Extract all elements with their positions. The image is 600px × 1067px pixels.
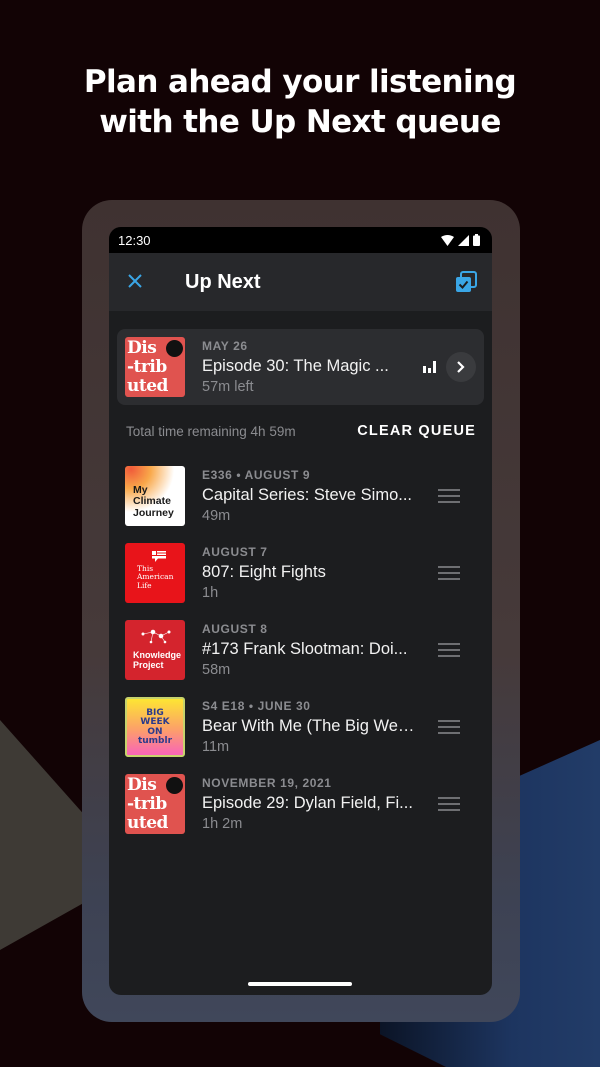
episode-meta: NOVEMBER 19, 2021 <box>202 775 332 790</box>
queue-content: Dis -trib uted MAY 26 Episode 30: The Ma… <box>109 311 492 842</box>
queue-item[interactable]: BIG WEEK ON tumblr S4 E18 • JUNE 30 Bear… <box>117 688 484 765</box>
podcast-artwork: Knowledge Project <box>125 619 185 680</box>
status-icons <box>441 234 480 246</box>
clear-queue-button[interactable]: CLEAR QUEUE <box>357 423 476 439</box>
headline-line-1: Plan ahead your listening <box>83 64 517 100</box>
podcast-artwork: This American Life <box>125 542 185 603</box>
close-button[interactable] <box>127 269 157 295</box>
episode-info: MAY 26 Episode 30: The Magic ... 57m lef… <box>202 339 423 395</box>
artwork-badge <box>166 776 183 794</box>
open-player-button[interactable] <box>446 352 476 382</box>
podcast-artwork: BIG WEEK ON tumblr <box>125 696 185 757</box>
multi-select-icon <box>456 271 477 292</box>
device-screen: 12:30 Up Next Dis -trib uted MAY 26 Epis… <box>109 227 492 995</box>
episode-info: E336 • AUGUST 9 Capital Series: Steve Si… <box>202 468 418 524</box>
episode-title: #173 Frank Slootman: Doi... <box>202 639 408 658</box>
episode-meta: E336 • AUGUST 9 <box>202 467 311 482</box>
queue-item[interactable]: My Climate Journey E336 • AUGUST 9 Capit… <box>117 457 484 534</box>
background-shape-left <box>0 720 90 950</box>
chevron-right-icon <box>457 361 465 373</box>
queue-list: My Climate Journey E336 • AUGUST 9 Capit… <box>117 457 484 842</box>
episode-remaining: 57m left <box>202 379 254 395</box>
app-bar: Up Next <box>109 253 492 311</box>
drag-handle-icon[interactable] <box>438 639 460 661</box>
artwork-text: -trib <box>127 357 167 377</box>
promo-headline: Plan ahead your listening with the Up Ne… <box>0 62 600 142</box>
page-title: Up Next <box>185 270 261 293</box>
speech-bubble-icon <box>152 550 166 562</box>
artwork-text: -trib <box>127 793 167 814</box>
episode-info: NOVEMBER 19, 2021 Episode 29: Dylan Fiel… <box>202 776 418 832</box>
episode-title: Episode 29: Dylan Field, Fi... <box>202 793 413 812</box>
episode-meta: AUGUST 7 <box>202 544 268 559</box>
episode-duration: 11m <box>202 738 230 755</box>
episode-duration: 1h <box>202 584 219 601</box>
gesture-home-bar[interactable] <box>248 982 352 986</box>
headline-line-2: with the Up Next queue <box>99 104 501 140</box>
artwork-text: Knowledge <box>133 649 182 660</box>
drag-handle-icon[interactable] <box>438 485 460 507</box>
drag-handle-icon[interactable] <box>438 716 460 738</box>
artwork-text: uted <box>127 812 168 833</box>
episode-title: Episode 30: The Magic ... <box>202 357 389 375</box>
network-graphic-icon <box>141 629 171 643</box>
episode-info: AUGUST 8 #173 Frank Slootman: Doi... 58m <box>202 622 418 678</box>
artwork-badge <box>166 340 183 357</box>
artwork-text: Journey <box>133 506 174 519</box>
artwork-text: tumblr <box>137 736 173 746</box>
queue-summary: Total time remaining 4h 59m CLEAR QUEUE <box>117 405 484 457</box>
queue-item[interactable]: Dis -trib uted NOVEMBER 19, 2021 Episode… <box>117 765 484 842</box>
podcast-artwork: Dis -trib uted <box>125 773 185 834</box>
total-time-remaining: Total time remaining 4h 59m <box>126 423 296 439</box>
artwork-text: Climate <box>133 495 171 507</box>
queue-item[interactable]: This American Life AUGUST 7 807: Eight F… <box>117 534 484 611</box>
status-bar: 12:30 <box>109 227 492 253</box>
podcast-artwork: Dis -trib uted <box>125 337 185 397</box>
drag-handle-icon[interactable] <box>438 793 460 815</box>
episode-title: Capital Series: Steve Simo... <box>202 485 413 504</box>
episode-title: 807: Eight Fights <box>202 562 326 581</box>
episode-title: Bear With Me (The Big Wee... <box>202 716 418 735</box>
episode-meta: S4 E18 • JUNE 30 <box>202 698 311 713</box>
wifi-icon <box>441 234 454 246</box>
episode-duration: 49m <box>202 507 231 524</box>
episode-info: S4 E18 • JUNE 30 Bear With Me (The Big W… <box>202 699 418 755</box>
equalizer-bars-icon <box>423 361 436 373</box>
signal-icon <box>458 234 469 246</box>
episode-duration: 58m <box>202 661 231 678</box>
episode-duration: 1h 2m <box>202 815 243 832</box>
artwork-text: uted <box>127 376 168 396</box>
episode-info: AUGUST 7 807: Eight Fights 1h <box>202 545 418 601</box>
multi-select-button[interactable] <box>454 270 478 294</box>
episode-meta: AUGUST 8 <box>202 621 268 636</box>
battery-icon <box>473 234 480 246</box>
tablet-frame: 12:30 Up Next Dis -trib uted MAY 26 Epis… <box>82 200 520 1022</box>
episode-date: MAY 26 <box>202 339 248 353</box>
status-time: 12:30 <box>118 232 151 248</box>
podcast-artwork: My Climate Journey <box>125 466 185 526</box>
queue-item[interactable]: Knowledge Project AUGUST 8 #173 Frank Sl… <box>117 611 484 688</box>
now-playing-card[interactable]: Dis -trib uted MAY 26 Episode 30: The Ma… <box>117 329 484 405</box>
artwork-text: Life <box>137 580 152 590</box>
drag-handle-icon[interactable] <box>438 562 460 584</box>
close-icon <box>128 274 142 288</box>
artwork-text: Project <box>133 659 164 670</box>
